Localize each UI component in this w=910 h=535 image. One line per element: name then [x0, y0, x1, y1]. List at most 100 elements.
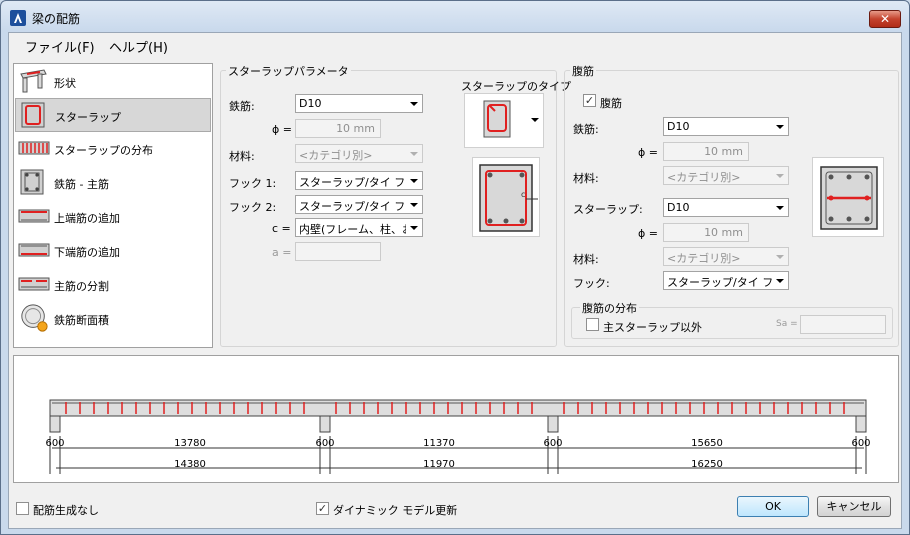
a-field: [295, 242, 381, 261]
nav-item-rebar-area[interactable]: 鉄筋断面積: [15, 302, 211, 336]
web-material-select: <カテゴリ別>: [663, 166, 789, 185]
full-span-label: 14380: [174, 459, 206, 470]
nav-label: 鉄筋 - 主筋: [54, 178, 109, 191]
phi-label: ϕ =: [272, 123, 292, 136]
main-bar-icon: [20, 169, 44, 195]
cover-select[interactable]: 内壁(フレーム、柱、お.: [295, 218, 423, 237]
nav-label: スターラップ: [55, 111, 121, 124]
select-value: D10: [667, 120, 690, 133]
nav-item-stirrup[interactable]: スターラップ: [15, 98, 211, 132]
clear-span-label: 15650: [691, 438, 723, 449]
close-button[interactable]: ✕: [869, 10, 901, 28]
web-bar-checkbox[interactable]: ✓: [583, 94, 596, 107]
title-bar: 梁の配筋 ✕: [1, 1, 909, 33]
chevron-down-icon: [410, 102, 418, 106]
c-label: c =: [272, 222, 291, 235]
chevron-down-icon: [776, 125, 784, 129]
hook1-select[interactable]: スターラップ/タイ フッ: [295, 171, 423, 190]
stirrup-label: スターラップ:: [573, 203, 643, 216]
web-bar-checkbox-label: 腹筋: [600, 97, 622, 110]
chevron-down-icon: [776, 174, 784, 178]
menu-help[interactable]: ヘルプ(H): [109, 37, 168, 56]
web-hook-select[interactable]: スターラップ/タイ フッ: [663, 271, 789, 290]
web-stirrup-select[interactable]: D10: [663, 198, 789, 217]
chevron-down-icon: [776, 255, 784, 259]
top-bar-icon: [18, 209, 50, 223]
nav-item-bar-split[interactable]: 主筋の分割: [15, 268, 211, 302]
web-stirrup-material-select: <カテゴリ別>: [663, 247, 789, 266]
support-dimension-label: 600: [45, 438, 64, 449]
menu-bar: ファイル(F) ヘルプ(H): [9, 33, 901, 56]
stirrup-rebar-select[interactable]: D10: [295, 94, 423, 113]
no-generation-checkbox[interactable]: [16, 502, 29, 515]
web-bar-section-icon: [820, 166, 878, 230]
dynamic-update-label: ダイナミック モデル更新: [333, 504, 458, 517]
nav-label: スターラップの分布: [54, 144, 153, 157]
nav-item-stirrup-distribution[interactable]: スターラップの分布: [15, 132, 211, 166]
hook2-label: フック 2:: [229, 201, 277, 214]
phi-label: ϕ =: [638, 227, 658, 240]
hook2-select[interactable]: スターラップ/タイ フッ: [295, 195, 423, 214]
stirrup-icon: [21, 102, 45, 128]
select-value: スターラップ/タイ フッ: [299, 176, 406, 189]
hook-label: フック:: [573, 277, 610, 290]
stirrup-phi-field: 10 mm: [295, 119, 381, 138]
nav-item-shape[interactable]: 形状: [15, 65, 211, 99]
web-stirrup-phi-field: 10 mm: [663, 223, 749, 242]
material-label: 材料:: [573, 253, 599, 266]
full-span-label: 11970: [423, 459, 455, 470]
dynamic-update-checkbox[interactable]: ✓: [316, 502, 329, 515]
dialog-client: ファイル(F) ヘルプ(H) 形状 スターラップ スターラップの分布 鉄筋 - …: [8, 32, 902, 529]
chevron-down-icon: [410, 152, 418, 156]
select-value: <カテゴリ別>: [667, 171, 741, 184]
select-value: D10: [667, 201, 690, 214]
chevron-down-icon: [410, 179, 418, 183]
nav-label: 鉄筋断面積: [54, 314, 109, 327]
no-generation-label: 配筋生成なし: [33, 504, 99, 517]
group-title: 腹筋: [570, 63, 596, 79]
category-list: 形状 スターラップ スターラップの分布 鉄筋 - 主筋 上端筋の追加 下端筋の追…: [13, 63, 213, 348]
bottom-bar-icon: [18, 243, 50, 257]
stirrup-parameters-group: スターラップパラメータ 鉄筋: D10 ϕ = 10 mm 材料: <カテゴリ別…: [220, 63, 571, 347]
select-value: スターラップ/タイ フッ: [299, 200, 406, 213]
support-dimension-label: 600: [543, 438, 562, 449]
beam-elevation-preview: 600 600 600 600 13780 11370 15650 14380 …: [13, 355, 899, 483]
shape-icon: [20, 69, 47, 93]
menu-file[interactable]: ファイル(F): [25, 37, 95, 56]
select-value: D10: [299, 97, 322, 110]
rebar-label: 鉄筋:: [229, 100, 255, 113]
nav-label: 下端筋の追加: [54, 246, 120, 259]
full-span-label: 16250: [691, 459, 723, 470]
select-value: <カテゴリ別>: [299, 149, 373, 162]
cancel-button[interactable]: キャンセル: [817, 496, 891, 517]
except-main-stirrup-checkbox[interactable]: [586, 318, 599, 331]
ok-button[interactable]: OK: [737, 496, 809, 517]
bar-split-icon: [18, 277, 50, 291]
support-dimension-label: 600: [315, 438, 334, 449]
select-value: 内壁(フレーム、柱、お.: [299, 223, 406, 236]
stirrup-type-select[interactable]: [464, 93, 544, 148]
stirrup-section-preview: c: [472, 157, 540, 237]
web-rebar-select[interactable]: D10: [663, 117, 789, 136]
sa-label: Sa =: [776, 319, 798, 329]
group-title: 腹筋の分布: [580, 300, 639, 316]
window-title: 梁の配筋: [32, 12, 81, 26]
clear-span-label: 13780: [174, 438, 206, 449]
nav-item-bottom-bar[interactable]: 下端筋の追加: [15, 234, 211, 268]
app-logo-icon: [10, 10, 26, 26]
sa-field: [800, 315, 886, 334]
a-label: a =: [272, 246, 292, 259]
clear-span-label: 11370: [423, 438, 455, 449]
nav-item-top-bar[interactable]: 上端筋の追加: [15, 200, 211, 234]
beam-elevation-drawing: 600 600 600 600 13780 11370 15650 14380 …: [45, 399, 871, 474]
group-title: スターラップパラメータ: [226, 63, 351, 79]
nav-item-main-bar[interactable]: 鉄筋 - 主筋: [15, 166, 211, 200]
web-bar-section-preview: [812, 157, 884, 237]
web-bar-distribution-group: 腹筋の分布 主スターラップ以外 Sa =: [571, 300, 893, 339]
nav-label: 形状: [54, 77, 76, 90]
rebar-label: 鉄筋:: [573, 123, 599, 136]
web-phi-field: 10 mm: [663, 142, 749, 161]
stirrup-material-select: <カテゴリ別>: [295, 144, 423, 163]
hook1-label: フック 1:: [229, 177, 277, 190]
select-value: スターラップ/タイ フッ: [667, 276, 772, 289]
